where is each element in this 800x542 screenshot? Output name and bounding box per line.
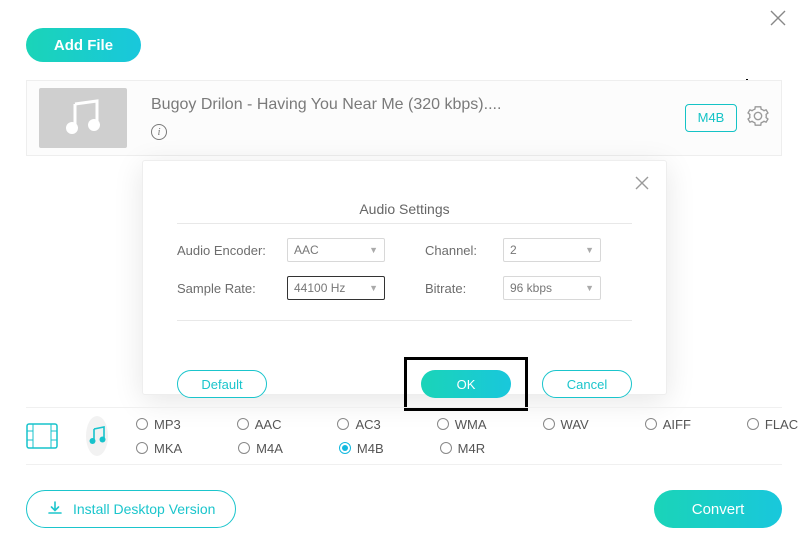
ok-button[interactable]: OK — [421, 370, 511, 398]
radio-dot-icon — [136, 442, 148, 454]
radio-dot-icon — [747, 418, 759, 430]
divider — [177, 320, 632, 321]
radio-dot-icon — [437, 418, 449, 430]
file-thumbnail-music-icon — [39, 88, 127, 148]
install-desktop-button[interactable]: Install Desktop Version — [26, 490, 236, 528]
format-label: AAC — [255, 417, 282, 432]
encoder-select[interactable]: AAC▼ — [287, 238, 385, 262]
format-radio-aac[interactable]: AAC — [237, 417, 282, 432]
format-radio-aiff[interactable]: AIFF — [645, 417, 691, 432]
chevron-down-icon: ▼ — [369, 283, 378, 293]
radio-dot-icon — [543, 418, 555, 430]
radio-dot-icon — [339, 442, 351, 454]
encoder-label: Audio Encoder: — [177, 243, 287, 258]
dialog-close-icon[interactable] — [632, 173, 652, 198]
add-file-button[interactable]: Add File — [26, 28, 141, 62]
format-label: MKA — [154, 441, 182, 456]
radio-dot-icon — [440, 442, 452, 454]
dialog-title: Audio Settings — [177, 201, 632, 217]
default-button[interactable]: Default — [177, 370, 267, 398]
cancel-button[interactable]: Cancel — [542, 370, 632, 398]
formats-bar: MP3AACAC3WMAWAVAIFFFLAC MKAM4AM4BM4R — [26, 407, 782, 465]
convert-button[interactable]: Convert — [654, 490, 782, 528]
format-radio-m4r[interactable]: M4R — [440, 441, 485, 456]
format-radio-mka[interactable]: MKA — [136, 441, 182, 456]
file-title: Bugoy Drilon - Having You Near Me (320 k… — [151, 96, 685, 114]
format-radio-mp3[interactable]: MP3 — [136, 417, 181, 432]
format-label: M4B — [357, 441, 384, 456]
install-desktop-label: Install Desktop Version — [73, 501, 215, 517]
bitrate-label: Bitrate: — [425, 281, 503, 296]
chevron-down-icon: ▼ — [585, 283, 594, 293]
video-tab-icon[interactable] — [26, 416, 58, 456]
format-label: M4R — [458, 441, 485, 456]
format-radio-ac3[interactable]: AC3 — [337, 417, 380, 432]
sample-rate-select[interactable]: 44100 Hz▼ — [287, 276, 385, 300]
radio-dot-icon — [136, 418, 148, 430]
format-radio-m4b[interactable]: M4B — [339, 441, 384, 456]
gear-icon[interactable] — [747, 105, 769, 132]
download-icon — [47, 500, 63, 519]
audio-settings-dialog: Audio Settings Audio Encoder: AAC▼ Chann… — [142, 160, 667, 395]
audio-tab-icon[interactable] — [86, 416, 108, 456]
chevron-down-icon: ▼ — [369, 245, 378, 255]
format-label: M4A — [256, 441, 283, 456]
format-label: AIFF — [663, 417, 691, 432]
bitrate-select[interactable]: 96 kbps▼ — [503, 276, 601, 300]
radio-dot-icon — [645, 418, 657, 430]
file-row: Bugoy Drilon - Having You Near Me (320 k… — [26, 80, 782, 156]
format-badge[interactable]: M4B — [685, 104, 737, 132]
ok-highlight-frame: OK — [404, 357, 528, 411]
format-label: WAV — [561, 417, 589, 432]
close-icon[interactable] — [768, 8, 790, 30]
format-label: MP3 — [154, 417, 181, 432]
radio-dot-icon — [237, 418, 249, 430]
radio-dot-icon — [238, 442, 250, 454]
format-label: AC3 — [355, 417, 380, 432]
format-radio-wav[interactable]: WAV — [543, 417, 589, 432]
channel-select[interactable]: 2▼ — [503, 238, 601, 262]
format-label: WMA — [455, 417, 487, 432]
info-icon[interactable]: i — [151, 124, 167, 140]
sample-rate-label: Sample Rate: — [177, 281, 287, 296]
channel-label: Channel: — [425, 243, 503, 258]
chevron-down-icon: ▼ — [585, 245, 594, 255]
radio-dot-icon — [337, 418, 349, 430]
divider — [177, 223, 632, 224]
format-label: FLAC — [765, 417, 798, 432]
footer: Install Desktop Version Convert — [26, 490, 782, 528]
format-radio-wma[interactable]: WMA — [437, 417, 487, 432]
format-radio-flac[interactable]: FLAC — [747, 417, 798, 432]
format-radio-m4a[interactable]: M4A — [238, 441, 283, 456]
